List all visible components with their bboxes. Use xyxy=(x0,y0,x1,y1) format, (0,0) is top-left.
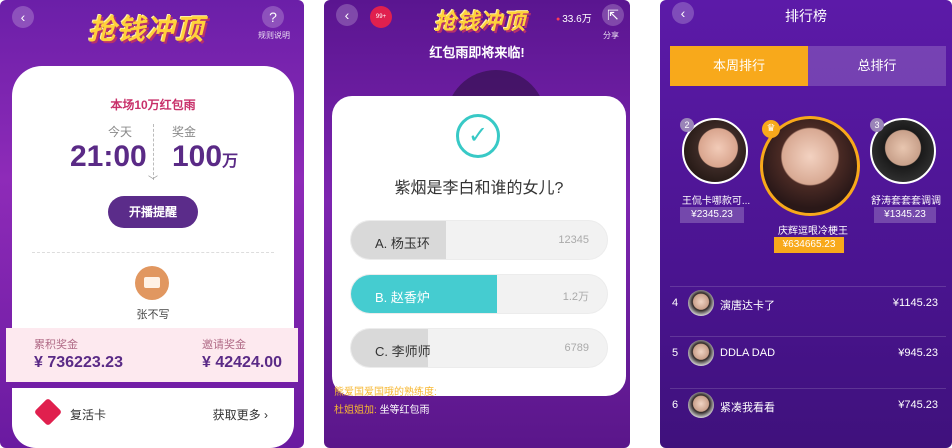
prize-summary: 累积奖金 ¥ 736223.23 邀请奖金 ¥ 42424.00 xyxy=(6,328,298,382)
question-card: ✓ 紫烟是李白和谁的女儿? A. 杨玉环 12345 B. 赵香炉 1.2万 C… xyxy=(332,96,626,396)
quiz-screen: ‹ 99+ 抢钱冲顶 33.6万 ⇱ 分享 红包雨即将来临! ✓ 紫烟是李白和谁… xyxy=(324,0,630,448)
avatar xyxy=(688,392,714,418)
row-name: DDLA DAD xyxy=(720,347,776,359)
tab-weekly[interactable]: 本周排行 xyxy=(670,46,808,86)
crown-icon: ♛ xyxy=(762,120,780,138)
option-count: 12345 xyxy=(558,234,589,246)
option-count: 1.2万 xyxy=(562,291,589,303)
comment-feed: 熊爱国爱国哦的熟练度: 猴赛雷 杜姐姐加: 坐等红包雨 xyxy=(334,384,470,420)
question-icon: ? xyxy=(269,9,277,25)
app-logo: 抢钱冲顶 xyxy=(434,9,527,35)
get-more-label: 获取更多 xyxy=(212,408,261,422)
option-label: C. 李师师 xyxy=(375,344,431,359)
table-row[interactable]: 5 DDLA DAD ¥945.23 xyxy=(670,336,946,370)
invite-label: 邀请奖金 xyxy=(202,339,246,351)
comment-text: 猴赛雷 xyxy=(439,387,470,398)
revive-label: 复活卡 xyxy=(70,408,107,422)
chevron-left-icon: ‹ xyxy=(344,7,350,23)
prize-amount: 100万 xyxy=(172,140,238,174)
user-amount: ¥634665.23 xyxy=(774,237,844,253)
comment-text: 坐等红包雨 xyxy=(379,405,430,416)
leaderboard-screen: ‹ 排行榜 本周排行 总排行 2 王侃卡哪款可... ¥2345.23 ♛ 庆辉… xyxy=(660,0,952,448)
invite-value: ¥ 42424.00 xyxy=(202,354,283,371)
row-name: 紧凑我看看 xyxy=(720,402,775,414)
comment: 熊爱国爱国哦的熟练度: 猴赛雷 xyxy=(334,384,470,402)
answer-option-a[interactable]: A. 杨玉环 12345 xyxy=(350,220,608,260)
share-label: 分享 xyxy=(603,31,619,40)
event-title: 本场10万红包雨 xyxy=(110,98,196,112)
avatar[interactable] xyxy=(135,266,169,300)
today-label: 今天 xyxy=(108,125,133,139)
banner-text: 红包雨即将来临! xyxy=(429,45,525,60)
row-rank: 4 xyxy=(672,297,679,309)
row-amount: ¥1145.23 xyxy=(892,297,938,309)
share-icon: ⇱ xyxy=(607,7,619,23)
check-icon: ✓ xyxy=(456,114,500,158)
avatar xyxy=(688,340,714,366)
tab-bar: 本周排行 总排行 xyxy=(670,46,946,86)
prize-value: 100 xyxy=(172,140,223,173)
home-screen: ‹ 抢钱冲顶 ? 规则说明 本场10万红包雨 今天 21:00 ﹀ 奖金 100… xyxy=(0,0,304,448)
user-name: 王侃卡哪款可... xyxy=(681,196,751,207)
comment-user: 杜姐姐加: xyxy=(334,405,377,416)
user-amount: ¥2345.23 xyxy=(680,207,744,223)
revive-badge: 99+ xyxy=(370,6,392,28)
row-rank: 6 xyxy=(672,399,679,411)
comment: 杜姐姐加: 坐等红包雨 xyxy=(334,402,470,420)
username: 张不写 xyxy=(136,309,170,321)
back-button[interactable]: ‹ xyxy=(336,4,358,26)
accumulated-value: ¥ 736223.23 xyxy=(34,354,123,371)
table-row[interactable]: 6 紧凑我看看 ¥745.23 xyxy=(670,388,946,422)
table-row[interactable]: 4 演唐达卡了 ¥1145.23 xyxy=(670,286,946,320)
divider xyxy=(32,252,274,253)
revive-card-row[interactable]: 复活卡 获取更多 › xyxy=(12,388,294,448)
row-name: 演唐达卡了 xyxy=(720,300,775,312)
event-card: 本场10万红包雨 今天 21:00 ﹀ 奖金 100万 开播提醒 张不写 xyxy=(12,66,294,366)
row-amount: ¥945.23 xyxy=(898,347,938,359)
viewer-count: 33.6万 xyxy=(556,10,591,25)
screenshot-collage: ‹ 抢钱冲顶 ? 规则说明 本场10万红包雨 今天 21:00 ﹀ 奖金 100… xyxy=(0,0,952,448)
tab-overall[interactable]: 总排行 xyxy=(808,46,946,86)
answer-option-b[interactable]: B. 赵香炉 1.2万 xyxy=(350,274,608,314)
accumulated-label: 累积奖金 xyxy=(34,339,78,351)
answer-option-c[interactable]: C. 李师师 6789 xyxy=(350,328,608,368)
option-label: A. 杨玉环 xyxy=(375,236,430,251)
share-button[interactable]: ⇱ xyxy=(602,4,624,26)
row-amount: ¥745.23 xyxy=(898,399,938,411)
option-count: 6789 xyxy=(564,342,589,354)
rules-label: 规则说明 xyxy=(258,31,290,40)
user-name: 舒涛套套套调调 xyxy=(871,196,941,207)
event-time: 21:00 xyxy=(70,140,147,173)
revive-card-icon xyxy=(33,397,63,427)
prize-unit: 万 xyxy=(222,153,239,170)
rules-button[interactable]: ? xyxy=(262,6,284,28)
user-name: 庆辉逗哏冷梗王 xyxy=(778,226,848,237)
get-more-link[interactable]: 获取更多 › xyxy=(213,406,268,423)
page-title: 排行榜 xyxy=(785,8,827,24)
rank-badge: 3 xyxy=(870,118,884,132)
chevron-down-icon: ﹀ xyxy=(148,176,158,187)
remind-button[interactable]: 开播提醒 xyxy=(108,196,198,228)
prize-label: 奖金 xyxy=(172,125,197,139)
option-label: B. 赵香炉 xyxy=(375,290,430,305)
rank-badge: 2 xyxy=(680,118,694,132)
question-text: 紫烟是李白和谁的女儿? xyxy=(394,180,564,197)
chevron-right-icon: › xyxy=(264,408,268,422)
comment-user: 熊爱国爱国哦的熟练度: xyxy=(334,387,437,398)
avatar xyxy=(688,290,714,316)
back-button[interactable]: ‹ xyxy=(12,6,34,28)
user-amount: ¥1345.23 xyxy=(874,207,936,223)
row-rank: 5 xyxy=(672,347,679,359)
app-logo: 抢钱冲顶 xyxy=(88,13,205,46)
chevron-left-icon: ‹ xyxy=(20,9,26,25)
